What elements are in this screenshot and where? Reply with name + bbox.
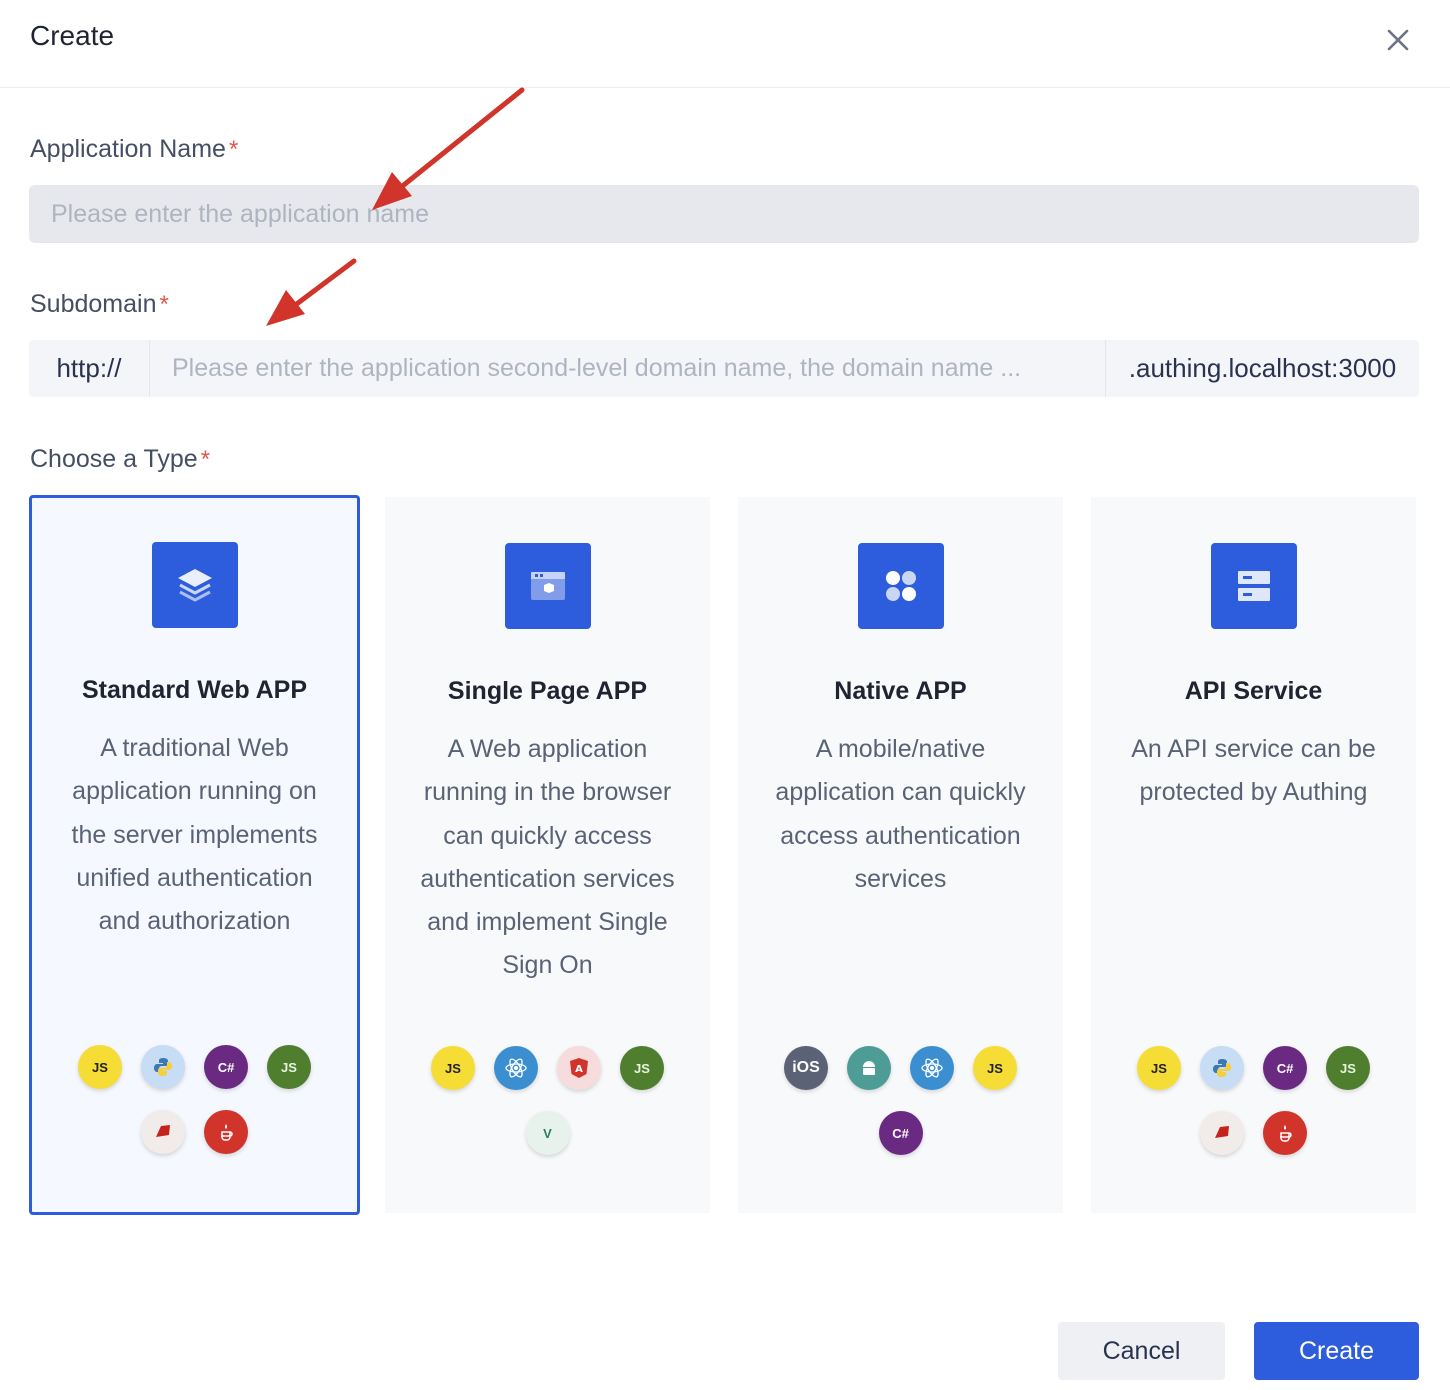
type-card-api-service[interactable]: API Service An API service can be protec…	[1091, 497, 1416, 1213]
app-name-label-text: Application Name	[30, 135, 226, 163]
annotation-arrow-subdomain	[266, 258, 357, 326]
card-title: Single Page APP	[447, 677, 648, 705]
tech-list: JS C# JS	[1093, 1046, 1414, 1155]
card-title: Standard Web APP	[81, 676, 308, 704]
type-card-standard-web-app[interactable]: Standard Web APP A traditional Web appli…	[29, 495, 360, 1215]
card-title: API Service	[1184, 677, 1323, 705]
type-card-single-page-app[interactable]: Single Page APP A Web application runnin…	[385, 497, 710, 1213]
card-description: An API service can be protected by Authi…	[1131, 735, 1376, 807]
nodejs-icon: JS	[267, 1045, 311, 1089]
tech-list: JS A JS V	[387, 1046, 708, 1155]
card-title: Native APP	[834, 677, 967, 705]
subdomain-field-group: http:// .authing.localhost:3000	[29, 340, 1419, 397]
java-icon	[204, 1110, 248, 1154]
card-description: A traditional Web application running on…	[71, 734, 318, 936]
required-mark: *	[200, 446, 211, 473]
tech-list: iOS JS C#	[740, 1046, 1061, 1155]
subdomain-label-text: Subdomain	[30, 290, 157, 318]
close-icon[interactable]	[1380, 22, 1416, 58]
subdomain-suffix: .authing.localhost:3000	[1105, 340, 1419, 397]
javascript-icon: JS	[1137, 1046, 1181, 1090]
required-mark: *	[228, 136, 239, 163]
ruby-icon	[141, 1110, 185, 1154]
app-name-input[interactable]	[29, 185, 1419, 243]
java-icon	[1263, 1111, 1307, 1155]
create-button[interactable]: Create	[1254, 1322, 1419, 1380]
type-label: Choose a Type *	[30, 445, 210, 474]
layers-icon	[151, 542, 238, 628]
browser-window-icon	[504, 543, 591, 629]
subdomain-prefix: http://	[29, 340, 150, 397]
python-icon	[1200, 1046, 1244, 1090]
react-icon	[910, 1046, 954, 1090]
angular-icon: A	[557, 1046, 601, 1090]
server-icon	[1210, 543, 1297, 629]
dialog-title: Create	[30, 20, 115, 51]
apps-grid-icon	[857, 543, 944, 629]
type-label-text: Choose a Type	[30, 445, 198, 473]
cancel-button[interactable]: Cancel	[1058, 1322, 1225, 1380]
required-mark: *	[159, 291, 169, 318]
subdomain-input[interactable]	[150, 340, 1105, 397]
react-icon	[494, 1046, 538, 1090]
app-name-label: Application Name *	[30, 135, 238, 164]
subdomain-label: Subdomain *	[30, 290, 169, 319]
ios-icon: iOS	[784, 1046, 828, 1090]
nodejs-icon: JS	[620, 1046, 664, 1090]
python-icon	[141, 1045, 185, 1089]
csharp-icon: C#	[1263, 1046, 1307, 1090]
javascript-icon: JS	[78, 1045, 122, 1089]
vue-icon: V	[525, 1111, 570, 1155]
android-icon	[847, 1046, 891, 1090]
ruby-icon	[1200, 1111, 1244, 1155]
javascript-icon: JS	[431, 1046, 475, 1090]
csharp-icon: C#	[878, 1111, 923, 1155]
nodejs-icon: JS	[1326, 1046, 1370, 1090]
csharp-icon: C#	[204, 1045, 248, 1089]
dialog-header: Create	[0, 0, 1450, 88]
card-description: A mobile/native application can quickly …	[775, 735, 1026, 893]
javascript-icon: JS	[973, 1046, 1017, 1090]
tech-list: JS C# JS	[32, 1045, 357, 1154]
type-card-native-app[interactable]: Native APP A mobile/native application c…	[738, 497, 1063, 1213]
card-description: A Web application running in the browser…	[420, 735, 675, 980]
svg-text:A: A	[575, 1064, 583, 1075]
